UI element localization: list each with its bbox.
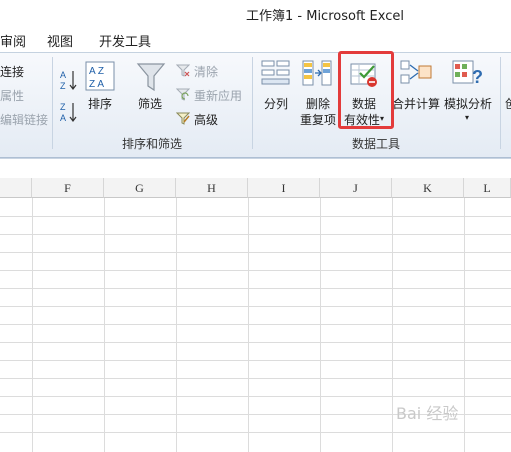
title-bar: 工作簿1 - Microsoft Excel: [0, 0, 511, 24]
text-to-columns-button[interactable]: 分列: [264, 95, 288, 112]
ribbon: 连接 属性 编辑链接 AZ ZA A ZZ A 排序 筛选 清除 重新应用 高级…: [0, 52, 511, 158]
row-line: [0, 234, 511, 235]
svg-text:A: A: [60, 113, 66, 123]
row-line: [0, 252, 511, 253]
column-line: [392, 198, 393, 452]
reapply-button[interactable]: 重新应用: [194, 87, 242, 104]
row-line: [0, 306, 511, 307]
row-line: [0, 360, 511, 361]
row-line: [0, 288, 511, 289]
svg-text:?: ?: [472, 67, 483, 87]
advanced-filter-icon[interactable]: [175, 111, 191, 128]
remove-duplicates-label-2[interactable]: 重复项: [300, 111, 336, 128]
column-line: [104, 198, 105, 452]
ribbon-tabs: 审阅 视图 开发工具: [0, 24, 511, 52]
properties-button[interactable]: 属性: [0, 87, 24, 104]
row-line: [0, 432, 511, 433]
svg-text:A: A: [60, 70, 66, 80]
filter-funnel-icon[interactable]: [136, 61, 166, 96]
row-line: [0, 216, 511, 217]
text-to-columns-icon[interactable]: [261, 59, 291, 90]
dropdown-arrow-icon[interactable]: ▾: [465, 113, 469, 122]
highlight-box: [338, 51, 394, 129]
row-line: [0, 342, 511, 343]
column-line: [320, 198, 321, 452]
clear-button[interactable]: 清除: [194, 63, 218, 80]
window-title: 工作簿1 - Microsoft Excel: [246, 9, 404, 24]
formula-bar-divider: [0, 158, 511, 159]
column-line: [248, 198, 249, 452]
sort-descending-icon[interactable]: ZA: [60, 101, 78, 126]
column-header-h[interactable]: H: [176, 178, 248, 198]
column-header-j[interactable]: J: [320, 178, 392, 198]
sort-button[interactable]: 排序: [88, 95, 112, 112]
remove-duplicates-icon[interactable]: [302, 59, 332, 90]
column-header-f[interactable]: F: [32, 178, 104, 198]
row-line: [0, 396, 511, 397]
sort-dialog-icon[interactable]: A Z Z A: [85, 61, 115, 94]
sort-filter-group-label: 排序和筛选: [122, 137, 183, 151]
column-line: [464, 198, 465, 452]
tab-view[interactable]: 视图: [47, 31, 73, 50]
baidu-watermark: Bai 经验: [396, 404, 459, 423]
svg-text:Z: Z: [60, 81, 66, 91]
column-line: [32, 198, 33, 452]
tab-developer[interactable]: 开发工具: [99, 31, 151, 50]
remove-duplicates-label-1[interactable]: 删除: [306, 95, 330, 112]
group-separator: [252, 57, 253, 149]
data-tools-group-label: 数据工具: [352, 137, 401, 151]
tab-review[interactable]: 审阅: [0, 31, 26, 50]
filter-button[interactable]: 筛选: [138, 95, 162, 112]
column-header-k[interactable]: K: [392, 178, 464, 198]
row-line: [0, 378, 511, 379]
row-line: [0, 270, 511, 271]
group-separator: [52, 57, 53, 149]
column-header-g[interactable]: G: [104, 178, 176, 198]
svg-text:Z A: Z A: [89, 79, 104, 90]
outline-button-partial[interactable]: 创: [505, 95, 511, 112]
consolidate-icon[interactable]: [400, 59, 434, 90]
group-separator: [500, 57, 501, 149]
connections-button[interactable]: 连接: [0, 63, 24, 80]
edit-links-button[interactable]: 编辑链接: [0, 111, 48, 128]
column-header-i[interactable]: I: [248, 178, 320, 198]
row-line: [0, 324, 511, 325]
clear-filter-icon[interactable]: [175, 63, 191, 80]
what-if-analysis-icon[interactable]: ?: [452, 59, 484, 92]
consolidate-button[interactable]: 合并计算: [392, 95, 440, 112]
what-if-analysis-button[interactable]: 模拟分析: [444, 95, 492, 112]
column-header-partial[interactable]: [0, 178, 32, 198]
column-header-l[interactable]: L: [464, 178, 511, 198]
sort-ascending-icon[interactable]: AZ: [60, 69, 78, 94]
svg-text:A Z: A Z: [89, 66, 104, 77]
reapply-icon[interactable]: [175, 87, 191, 104]
column-line: [176, 198, 177, 452]
svg-text:Z: Z: [60, 102, 66, 112]
advanced-button[interactable]: 高级: [194, 111, 218, 128]
